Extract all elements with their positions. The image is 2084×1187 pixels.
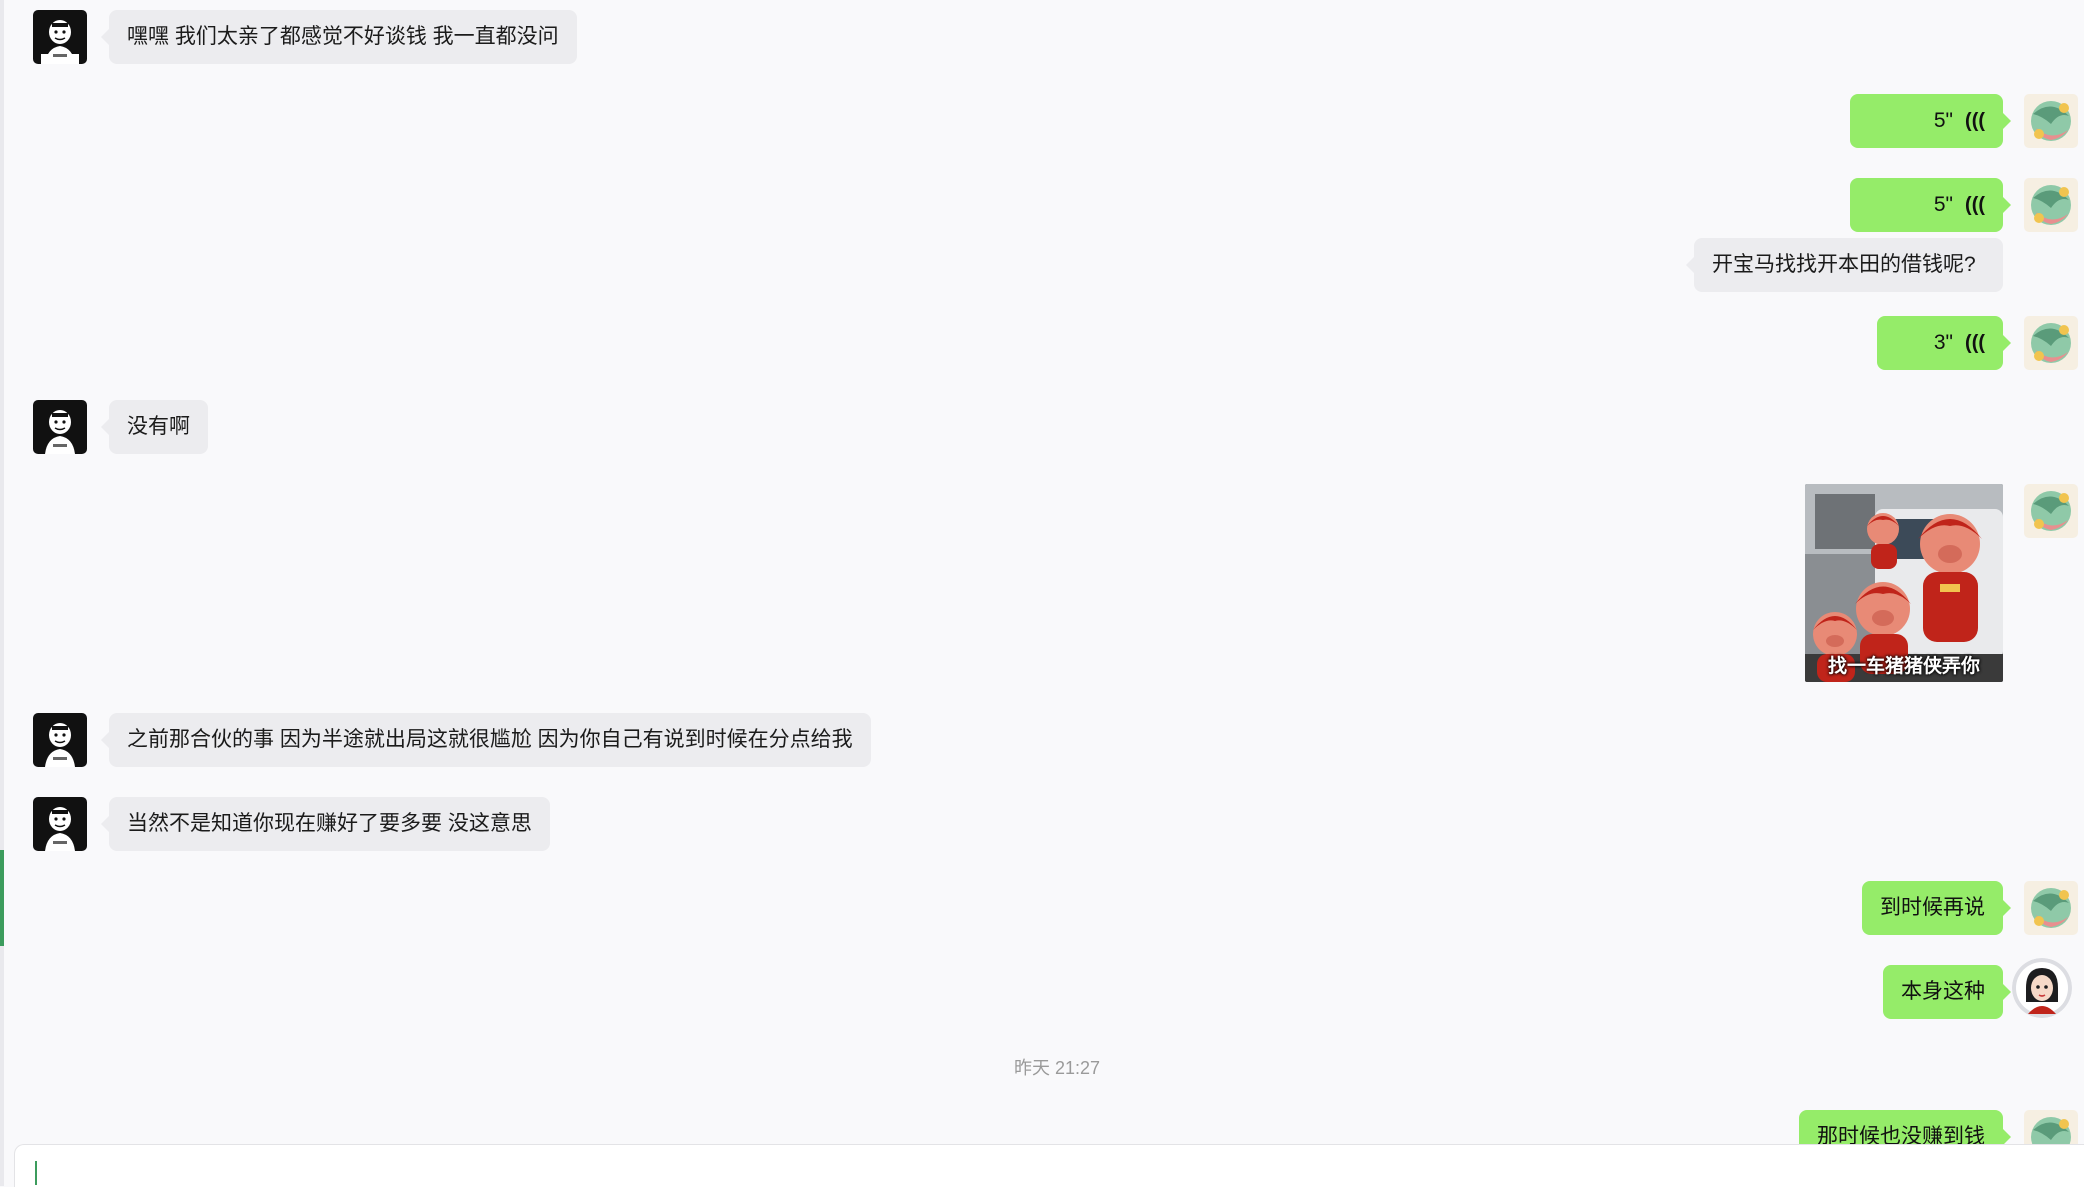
message-text: 没有啊 [127,415,190,438]
message-bubble-outgoing[interactable]: 开宝马找找开本田的借钱呢? [1686,238,2003,292]
voice-message-bubble[interactable]: 5"))) [1850,178,2011,232]
scroll-indicator[interactable] [0,850,4,946]
sticker-image[interactable]: 找一车猪猪侠弄你 [1805,484,2003,682]
self-avatar-alt[interactable] [2012,958,2072,1018]
message-text: 开宝马找找开本田的借钱呢? [1712,253,1976,276]
message-bubble-incoming[interactable]: 之前那合伙的事 因为半途就出局这就很尴尬 因为你自己有说到时候在分点给我 [101,713,871,767]
voice-message-bubble[interactable]: 3"))) [1877,316,2011,370]
contact-avatar[interactable] [33,797,87,851]
message-text: 之前那合伙的事 因为半途就出局这就很尴尬 因为你自己有说到时候在分点给我 [127,728,853,751]
message-text: 当然不是知道你现在赚好了要多要 没这意思 [127,812,532,835]
self-avatar[interactable] [2024,94,2078,148]
window-left-edge [0,0,4,1186]
voice-wave-icon: ))) [1965,332,1985,354]
text-caret [35,1161,37,1185]
chat-timestamp: 昨天 21:27 [1013,1058,1101,1078]
sticker-caption: 找一车猪猪侠弄你 [1827,656,1980,677]
message-bubble-incoming[interactable]: 嘿嘿 我们太亲了都感觉不好谈钱 我一直都没问 [101,10,577,64]
self-avatar[interactable] [2024,484,2078,538]
message-text: 本身这种 [1901,980,1985,1003]
self-avatar[interactable] [2024,316,2078,370]
contact-avatar[interactable] [33,10,87,64]
voice-wave-icon: ))) [1965,110,1985,132]
voice-message-bubble[interactable]: 5"))) [1850,94,2011,148]
voice-duration: 5" [1933,109,1954,132]
message-bubble-outgoing[interactable]: 到时候再说 [1862,881,2011,935]
message-input[interactable] [14,1144,2084,1187]
voice-duration: 3" [1933,331,1954,354]
voice-wave-icon: ))) [1965,194,1985,216]
contact-avatar[interactable] [33,400,87,454]
message-bubble-incoming[interactable]: 没有啊 [101,400,208,454]
self-avatar[interactable] [2024,881,2078,935]
message-text: 到时候再说 [1880,896,1985,919]
message-text: 嘿嘿 我们太亲了都感觉不好谈钱 我一直都没问 [127,25,559,48]
contact-avatar[interactable] [33,713,87,767]
message-bubble-outgoing[interactable]: 本身这种 [1883,965,2011,1019]
self-avatar[interactable] [2024,178,2078,232]
voice-duration: 5" [1933,193,1954,216]
message-bubble-incoming[interactable]: 当然不是知道你现在赚好了要多要 没这意思 [101,797,550,851]
